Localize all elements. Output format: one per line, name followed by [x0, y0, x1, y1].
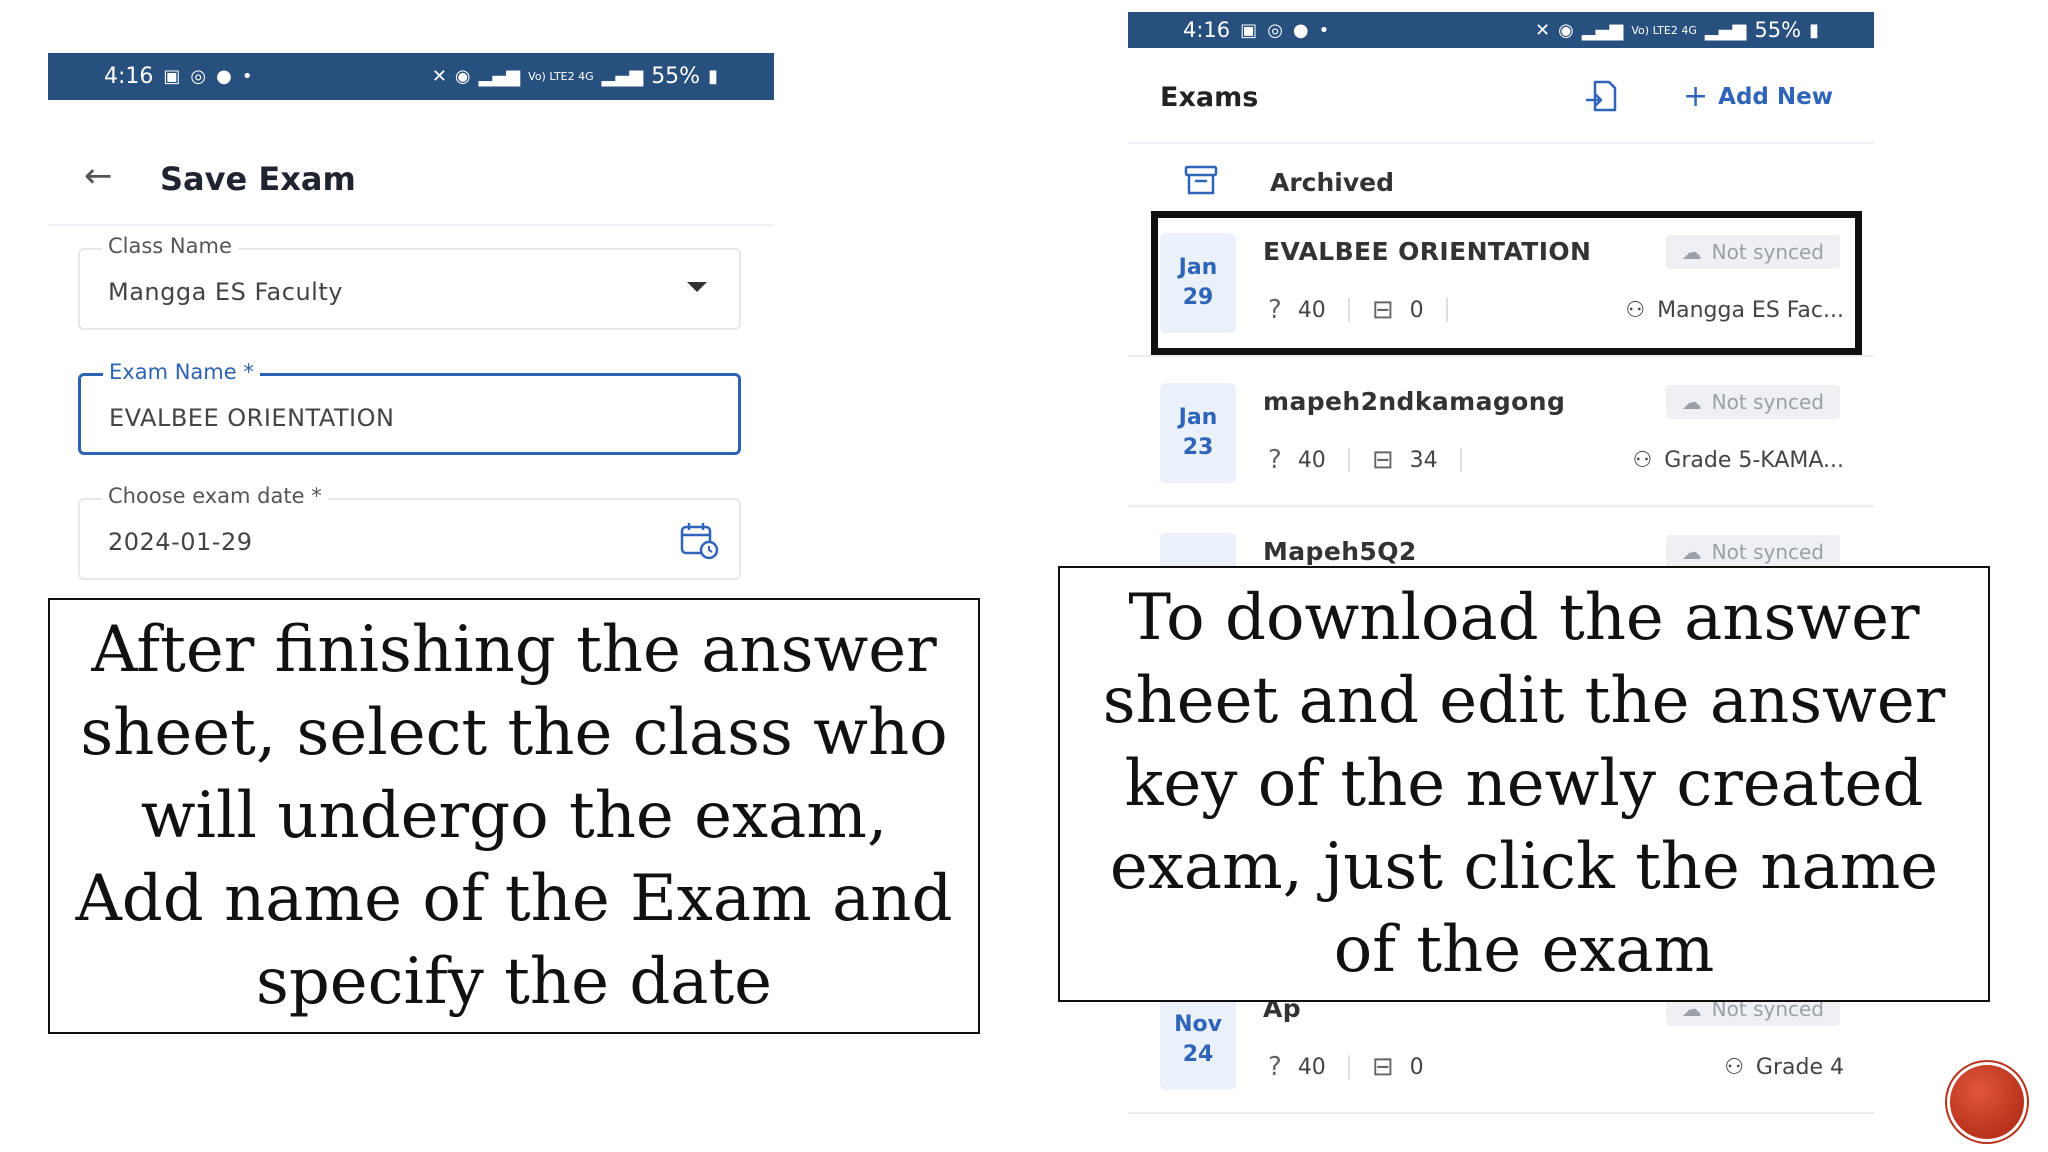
signal-icon-2: ▂▄▆	[1704, 19, 1747, 41]
mute-icon: ✕	[431, 66, 447, 87]
sync-status: Not synced	[1711, 390, 1824, 414]
save-exam-screen: 4:16 ▣ ◎ ● • ✕ ◉ ▂▄▆ Vo) LTE2 4G ▂▄▆ 55%…	[48, 53, 774, 583]
status-bar: 4:16 ▣ ◎ ● • ✕ ◉ ▂▄▆ Vo) LTE2 4G ▂▄▆ 55%…	[48, 53, 774, 100]
question-count: 40	[1297, 1054, 1326, 1080]
date-badge: Nov 24	[1160, 990, 1236, 1090]
question-icon: ?	[1268, 1052, 1282, 1082]
signal-icon: ▂▄▆	[478, 66, 521, 87]
back-arrow-icon[interactable]: ←	[84, 156, 113, 196]
class-name-select[interactable]: Class Name Mangga ES Faculty	[78, 234, 741, 330]
divider	[1459, 448, 1462, 472]
date-badge: Jan 23	[1160, 383, 1236, 483]
date-day: 23	[1182, 435, 1214, 460]
battery-level: 55%	[1754, 18, 1802, 42]
highlight-box	[1151, 211, 1862, 355]
people-icon: ⚇	[1724, 1054, 1744, 1080]
archived-link[interactable]: Archived	[1128, 146, 1874, 216]
mute-icon: ✕	[1535, 19, 1551, 41]
app-bar: ← Save Exam	[48, 128, 774, 226]
exam-name-value[interactable]: EVALBEE ORIENTATION	[109, 404, 394, 432]
class-name: Grade 4	[1755, 1054, 1844, 1080]
app-bar: Exams + Add New	[1128, 48, 1874, 144]
gallery-icon: ▣	[163, 66, 181, 87]
status-badge: ☁ Not synced	[1665, 385, 1840, 419]
archived-label: Archived	[1270, 168, 1395, 197]
exam-date-label: Choose exam date *	[102, 484, 328, 508]
class-name-value: Mangga ES Faculty	[108, 278, 343, 306]
exam-list-item[interactable]: Jan 23 mapeh2ndkamagong ☁ Not synced ? 40…	[1128, 367, 1874, 507]
exam-name-link[interactable]: Mapeh5Q2	[1263, 537, 1417, 566]
question-icon: ?	[1268, 445, 1282, 475]
date-month: Jan	[1178, 405, 1218, 430]
date-month: Nov	[1174, 1012, 1222, 1037]
instruction-text-right: To download the answer sheet and edit th…	[1102, 580, 1946, 987]
navigation-button[interactable]	[1950, 1065, 2024, 1139]
exam-date-field[interactable]: Choose exam date * 2024-01-29	[78, 484, 741, 580]
class-name-label: Class Name	[102, 234, 238, 258]
battery-icon: ▮	[1809, 19, 1819, 41]
exam-date-value[interactable]: 2024-01-29	[108, 528, 252, 556]
exam-name-field[interactable]: Exam Name * EVALBEE ORIENTATION	[78, 360, 741, 455]
chat-icon: ●	[216, 66, 232, 87]
gallery-icon: ▣	[1240, 19, 1258, 41]
signal-icon-2: ▂▄▆	[601, 66, 644, 87]
people-icon: ⚇	[1632, 447, 1653, 473]
battery-icon: ▮	[708, 66, 718, 87]
instruction-text-left: After finishing the answer sheet, select…	[75, 612, 953, 1019]
network-label: Vo) LTE2 4G	[528, 70, 594, 83]
scan-icon: ⊟	[1371, 1052, 1394, 1082]
status-badge: ☁ Not synced	[1665, 535, 1840, 569]
divider	[1347, 448, 1350, 472]
signal-icon: ▂▄▆	[1581, 19, 1624, 41]
hotspot-icon: ◉	[454, 66, 471, 87]
battery-level: 55%	[651, 64, 701, 89]
instruction-note-right: To download the answer sheet and edit th…	[1058, 566, 1990, 1002]
cloud-off-icon: ☁	[1681, 540, 1702, 564]
page-title: Save Exam	[160, 160, 356, 198]
sync-icon: ◎	[190, 66, 207, 87]
sync-icon: ◎	[1267, 19, 1283, 41]
question-count: 40	[1297, 447, 1326, 473]
exam-name-label: Exam Name *	[103, 360, 260, 384]
status-time: 4:16	[1183, 18, 1231, 42]
date-day: 24	[1182, 1042, 1214, 1067]
page-title: Exams	[1160, 82, 1259, 113]
export-icon[interactable]	[1583, 78, 1621, 116]
hotspot-icon: ◉	[1558, 19, 1574, 41]
bottom-nav: ···	[1128, 1128, 1874, 1152]
exam-name-link[interactable]: mapeh2ndkamagong	[1263, 387, 1565, 416]
status-time: 4:16	[104, 64, 154, 89]
chevron-down-icon[interactable]	[687, 282, 707, 292]
class-name: Grade 5-KAMA...	[1664, 447, 1844, 473]
add-new-label: Add New	[1718, 84, 1833, 110]
exam-stats: ? 40 ⊟ 0 ⚇ Grade 4	[1268, 1050, 1844, 1084]
calendar-icon[interactable]	[679, 520, 719, 560]
chat-icon: ●	[1292, 19, 1309, 41]
dot-icon: •	[1318, 19, 1330, 41]
sheet-count: 0	[1409, 1054, 1424, 1080]
plus-icon: +	[1683, 79, 1709, 114]
sheet-count: 34	[1409, 447, 1438, 473]
exam-stats: ? 40 ⊟ 34 ⚇ Grade 5-KAMA...	[1268, 443, 1844, 477]
network-label: Vo) LTE2 4G	[1631, 23, 1697, 37]
instruction-note-left: After finishing the answer sheet, select…	[48, 598, 980, 1034]
dot-icon: •	[241, 66, 253, 87]
cloud-off-icon: ☁	[1681, 390, 1702, 414]
status-bar: 4:16 ▣ ◎ ● • ✕ ◉ ▂▄▆ Vo) LTE2 4G ▂▄▆ 55%…	[1128, 12, 1874, 48]
sync-status: Not synced	[1711, 540, 1824, 564]
divider	[1347, 1055, 1350, 1079]
scan-icon: ⊟	[1371, 445, 1394, 475]
archive-icon	[1184, 165, 1218, 195]
add-new-button[interactable]: + Add New	[1683, 82, 1833, 112]
